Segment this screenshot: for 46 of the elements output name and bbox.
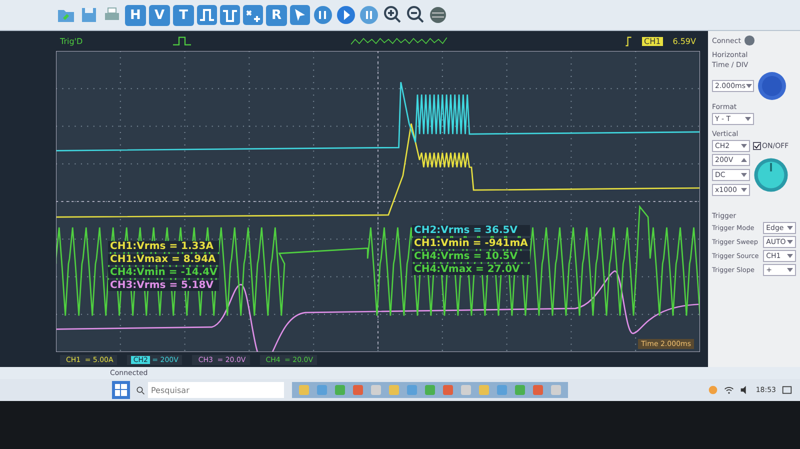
measurement-text: CH3:Vrms = 5.18V <box>108 280 220 291</box>
zoom-in-icon[interactable] <box>382 5 402 25</box>
taskbar-app-icon[interactable] <box>532 384 544 396</box>
measurement-text: CH2:Vrms = 36.5V <box>412 225 530 236</box>
pulse-icon <box>172 36 191 46</box>
pulse-icon[interactable] <box>220 5 240 25</box>
notification-icon[interactable] <box>782 385 792 395</box>
taskbar-app-icon[interactable] <box>478 384 490 396</box>
windows-start-icon[interactable] <box>112 381 130 399</box>
trigger-level: 6.59V <box>672 36 696 46</box>
toolbar-button[interactable]: V <box>149 4 170 26</box>
taskbar-app-icon[interactable] <box>352 384 364 396</box>
play-icon[interactable] <box>336 5 356 25</box>
save-icon[interactable] <box>79 5 99 25</box>
measurement-text: CH1:Vrms = 1.33A <box>108 241 220 252</box>
pulse-icon[interactable] <box>197 5 217 25</box>
taskbar-app-icon[interactable] <box>460 384 472 396</box>
measurement-text: CH4:Vmin = -14.4V <box>108 267 220 278</box>
math-icon[interactable] <box>243 5 263 25</box>
measurement-text: CH1:Vmax = 8.94A <box>108 254 220 265</box>
taskbar-app-icon[interactable] <box>550 384 562 396</box>
toolbar-button[interactable]: H <box>125 4 146 26</box>
taskbar-app-icon[interactable] <box>316 384 328 396</box>
on-off-checkbox[interactable] <box>753 142 761 150</box>
trigger-source-badge: CH1 <box>642 36 663 46</box>
taskbar-app-icon[interactable] <box>370 384 382 396</box>
toolbar-button[interactable]: T <box>173 4 194 26</box>
measurement-text: CH4:Vrms = 10.5V <box>412 251 530 262</box>
taskbar-app-icon[interactable] <box>496 384 508 396</box>
connection-led-icon <box>744 35 755 46</box>
search-field[interactable]: Pesquisar <box>148 382 284 398</box>
knob-icon[interactable] <box>753 157 789 193</box>
taskbar-app-icon[interactable] <box>406 384 418 396</box>
search-icon <box>136 386 145 394</box>
taskbar-app-icon[interactable] <box>388 384 400 396</box>
wifi-icon[interactable] <box>724 385 734 395</box>
trigger-status: Trig'D <box>60 36 83 46</box>
measurement-text: CH1:Vmin = -941mA <box>412 238 530 249</box>
rising-edge-icon <box>625 36 632 46</box>
measurement-text: CH4:Vmax = 27.0V <box>412 264 530 275</box>
taskbar-app-icon[interactable] <box>298 384 310 396</box>
toolbar-button[interactable]: R <box>266 4 287 26</box>
zoom-out-icon[interactable] <box>405 5 425 25</box>
knob-icon[interactable] <box>757 71 787 101</box>
taskbar-app-icon[interactable] <box>442 384 454 396</box>
cursor-icon[interactable] <box>290 5 310 25</box>
